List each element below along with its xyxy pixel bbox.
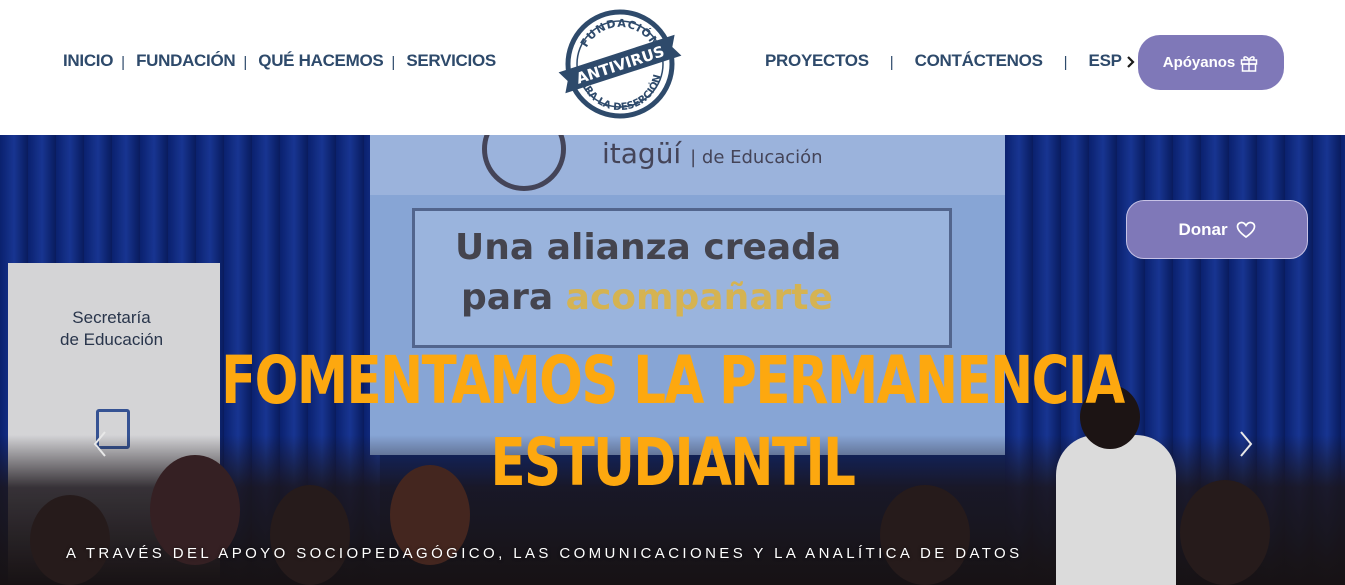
primary-nav-left: INICIO | FUNDACIÓN | QUÉ HACEMOS | SERVI… bbox=[63, 50, 496, 72]
nav-separator: | bbox=[889, 54, 894, 71]
nav-link-proyectos[interactable]: PROYECTOS bbox=[765, 51, 869, 71]
hero-headline-line-1: FOMENTAMOS LA PERMANENCIA bbox=[221, 342, 1125, 419]
logo-seal: FUNDACIÓN PARA LA DESERCIÓN ANTIVIRUS bbox=[558, 9, 682, 119]
nav-link-contactenos[interactable]: CONTÁCTENOS bbox=[915, 51, 1043, 71]
foundation-logo[interactable]: FUNDACIÓN PARA LA DESERCIÓN ANTIVIRUS bbox=[557, 7, 687, 121]
nav-separator: | bbox=[243, 54, 248, 71]
support-button-label: Apóyanos bbox=[1162, 54, 1236, 71]
nav-link-que-hacemos[interactable]: QUÉ HACEMOS bbox=[258, 51, 383, 71]
hero-slider: itagüí | de Educación Una alianza creada… bbox=[0, 135, 1345, 585]
slider-prev-arrow[interactable] bbox=[86, 428, 114, 460]
chevron-right-icon bbox=[1240, 431, 1253, 457]
language-selector[interactable]: ESP bbox=[1089, 51, 1136, 71]
nav-link-fundacion[interactable]: FUNDACIÓN bbox=[136, 51, 236, 71]
donate-button-label: Donar bbox=[1178, 219, 1228, 239]
hero-headline-line-2: ESTUDIANTIL bbox=[490, 424, 855, 501]
hero-headline: FOMENTAMOS LA PERMANENCIA ESTUDIANTIL bbox=[148, 340, 1197, 504]
chevron-left-icon bbox=[93, 431, 106, 457]
slider-next-arrow[interactable] bbox=[1232, 428, 1260, 460]
language-label: ESP bbox=[1088, 50, 1122, 70]
site-header: INICIO | FUNDACIÓN | QUÉ HACEMOS | SERVI… bbox=[0, 0, 1345, 135]
primary-nav-right: PROYECTOS | CONTÁCTENOS | ESP bbox=[765, 50, 1136, 71]
nav-separator: | bbox=[391, 54, 396, 71]
heart-icon bbox=[1236, 221, 1255, 238]
nav-separator: | bbox=[1063, 54, 1068, 71]
nav-link-inicio[interactable]: INICIO bbox=[63, 51, 113, 71]
nav-link-servicios[interactable]: SERVICIOS bbox=[406, 51, 496, 71]
nav-separator: | bbox=[121, 54, 126, 71]
donate-button[interactable]: Donar bbox=[1126, 200, 1308, 259]
gift-icon bbox=[1241, 55, 1258, 72]
chevron-right-icon bbox=[1126, 55, 1135, 68]
hero-subheadline: A TRAVÉS DEL APOYO SOCIOPEDAGÓGICO, LAS … bbox=[66, 545, 1023, 562]
support-button[interactable]: Apóyanos bbox=[1138, 35, 1284, 90]
